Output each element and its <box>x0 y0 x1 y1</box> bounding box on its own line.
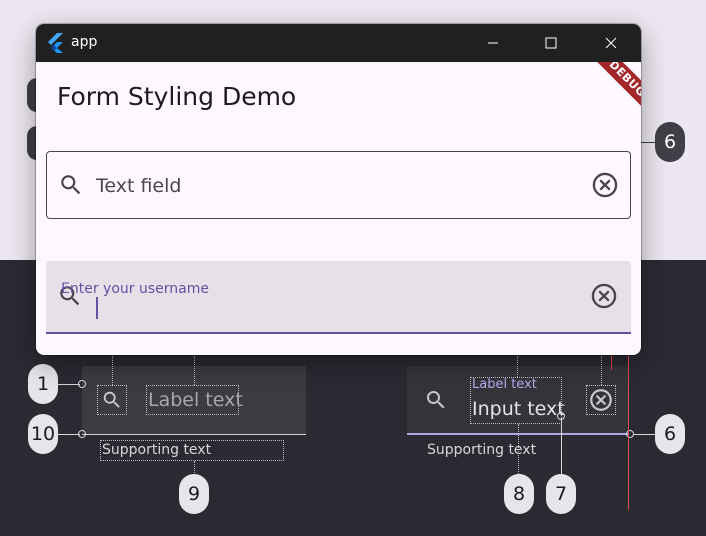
debug-banner-container: DEBUG <box>571 62 641 132</box>
connector-1 <box>58 384 80 385</box>
diagram-right-input: Input text <box>472 398 565 420</box>
maximize-icon <box>545 37 557 49</box>
anchor-10 <box>78 430 86 438</box>
anchor-1 <box>78 380 86 388</box>
callout-8: 8 <box>504 474 534 514</box>
debug-banner: DEBUG <box>588 62 641 118</box>
text-cursor <box>96 297 98 319</box>
anchor-7 <box>557 412 565 420</box>
username-field-label: Enter your username <box>61 281 209 297</box>
callout-7: 7 <box>546 474 576 514</box>
diagram-right-label: Label text <box>472 377 537 392</box>
connector-6-bottom <box>634 434 656 435</box>
callout-6-bottom: 6 <box>655 414 685 454</box>
search-icon <box>427 391 445 409</box>
clear-icon <box>590 389 612 411</box>
window-title: app <box>71 34 98 50</box>
text-field-placeholder: Text field <box>96 175 182 197</box>
page-title: Form Styling Demo <box>57 82 297 111</box>
minimize-button[interactable] <box>464 24 522 62</box>
flutter-logo-icon <box>48 33 63 53</box>
app-content: Form Styling Demo Text field Enter your … <box>36 62 641 355</box>
connector-top-3 <box>517 354 518 377</box>
diagram-right-supporting: Supporting text <box>427 442 537 458</box>
callout-6-top: 6 <box>655 122 685 162</box>
search-icon <box>61 175 81 195</box>
close-button[interactable] <box>582 24 640 62</box>
title-bar[interactable]: app <box>36 24 641 62</box>
callout-10: 10 <box>28 414 58 454</box>
clear-icon[interactable] <box>591 171 619 199</box>
connector-9 <box>194 461 195 475</box>
connector-top-2 <box>194 354 195 385</box>
close-icon <box>605 37 617 49</box>
connector-7 <box>561 418 562 476</box>
search-icon <box>103 391 120 408</box>
app-window: app Form Styling Demo Text field Enter y… <box>36 24 641 355</box>
username-field-filled[interactable]: Enter your username <box>46 261 631 334</box>
connector-top-1 <box>112 354 113 385</box>
clear-icon[interactable] <box>590 282 618 310</box>
connector-8 <box>518 424 519 476</box>
callout-9: 9 <box>179 474 209 514</box>
diagram-left-underline <box>82 434 306 435</box>
maximize-button[interactable] <box>522 24 580 62</box>
connector-6-top <box>641 142 656 143</box>
minimize-icon <box>488 42 498 44</box>
connector-10 <box>58 434 80 435</box>
diagram-left-supporting: Supporting text <box>102 442 212 458</box>
diagram-left-label: Label text <box>148 389 243 411</box>
text-field-outlined[interactable]: Text field <box>46 151 631 219</box>
callout-1: 1 <box>28 364 58 404</box>
connector-top-4 <box>601 354 602 385</box>
